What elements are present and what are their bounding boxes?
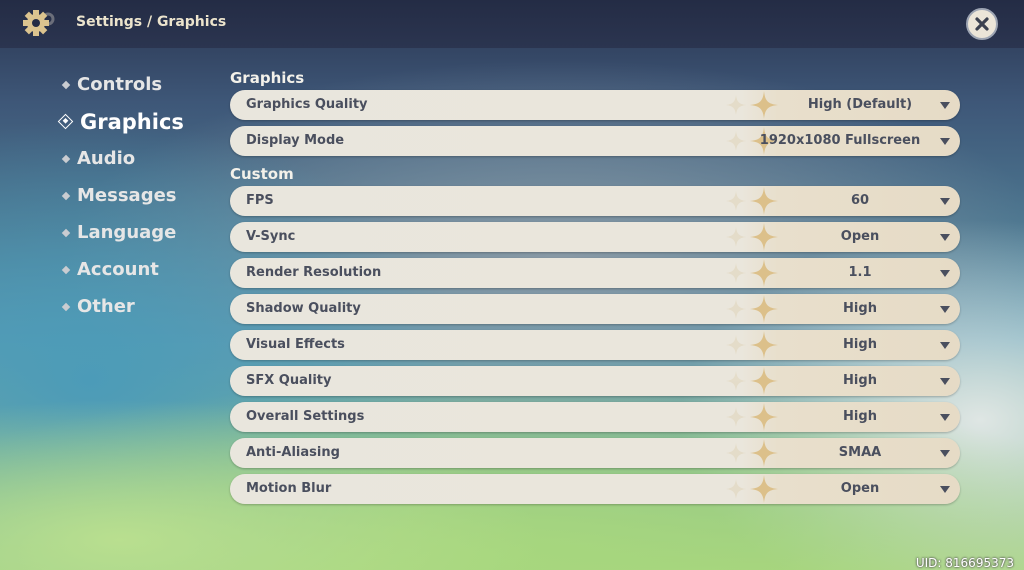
setting-value-dropdown[interactable]: 1920x1080 Fullscreen xyxy=(740,133,940,148)
dropdown-arrow-icon[interactable] xyxy=(940,306,950,313)
diamond-bullet-icon xyxy=(61,154,71,163)
diamond-bullet-icon xyxy=(61,228,71,237)
sidebar-item-label: Controls xyxy=(77,74,163,95)
setting-value-dropdown[interactable]: High xyxy=(760,337,960,352)
setting-label: Visual Effects xyxy=(246,337,345,352)
sparkle-decoration-icon xyxy=(726,371,746,391)
section-title-custom: Custom xyxy=(230,165,294,183)
dropdown-arrow-icon[interactable] xyxy=(940,102,950,109)
setting-label: Overall Settings xyxy=(246,409,365,424)
dropdown-arrow-icon[interactable] xyxy=(940,342,950,349)
setting-row-anti-aliasing[interactable]: Anti-Aliasing SMAA xyxy=(230,438,960,468)
setting-value-dropdown[interactable]: High (Default) xyxy=(760,97,960,112)
sparkle-decoration-icon xyxy=(726,95,746,115)
sidebar-item-other[interactable]: Other xyxy=(60,288,184,325)
dropdown-arrow-icon[interactable] xyxy=(940,138,950,145)
sparkle-decoration-icon xyxy=(726,191,746,211)
diamond-bullet-icon xyxy=(61,191,71,200)
sparkle-decoration-icon xyxy=(726,407,746,427)
setting-row-fps[interactable]: FPS 60 xyxy=(230,186,960,216)
uid-label: UID: 816695373 xyxy=(915,556,1014,570)
sidebar-item-messages[interactable]: Messages xyxy=(60,177,184,214)
sidebar-item-label: Messages xyxy=(77,185,177,206)
setting-value-dropdown[interactable]: 1.1 xyxy=(760,265,960,280)
graphics-settings-list: Graphics Quality High (Default) Display Mo… xyxy=(230,90,960,156)
sparkle-decoration-icon xyxy=(726,263,746,283)
setting-value-dropdown[interactable]: Open xyxy=(760,481,960,496)
sidebar-item-audio[interactable]: Audio xyxy=(60,140,184,177)
sparkle-decoration-icon xyxy=(726,335,746,355)
setting-label: Motion Blur xyxy=(246,481,332,496)
setting-label: SFX Quality xyxy=(246,373,332,388)
diamond-bullet-icon xyxy=(61,80,71,89)
setting-value-dropdown[interactable]: SMAA xyxy=(760,445,960,460)
sidebar-item-label: Other xyxy=(77,296,135,317)
dropdown-arrow-icon[interactable] xyxy=(940,234,950,241)
diamond-bullet-icon xyxy=(61,265,71,274)
setting-value-dropdown[interactable]: Open xyxy=(760,229,960,244)
sparkle-decoration-icon xyxy=(726,479,746,499)
sparkle-decoration-icon xyxy=(726,299,746,319)
diamond-bullet-icon xyxy=(61,302,71,311)
sidebar-item-language[interactable]: Language xyxy=(60,214,184,251)
section-title-graphics: Graphics xyxy=(230,69,305,87)
sidebar-item-label: Language xyxy=(77,222,177,243)
settings-sidebar: Controls Graphics Audio Messages Languag… xyxy=(57,66,184,325)
setting-label: Graphics Quality xyxy=(246,97,368,112)
dropdown-arrow-icon[interactable] xyxy=(940,378,950,385)
breadcrumb: Settings / Graphics xyxy=(76,14,227,30)
setting-label: FPS xyxy=(246,193,274,208)
setting-label: Shadow Quality xyxy=(246,301,361,316)
setting-row-render-resolution[interactable]: Render Resolution 1.1 xyxy=(230,258,960,288)
setting-row-v-sync[interactable]: V-Sync Open xyxy=(230,222,960,252)
dropdown-arrow-icon[interactable] xyxy=(940,486,950,493)
top-bar: Settings / Graphics xyxy=(0,0,1024,48)
dropdown-arrow-icon[interactable] xyxy=(940,198,950,205)
sidebar-item-controls[interactable]: Controls xyxy=(60,66,184,103)
setting-value-dropdown[interactable]: 60 xyxy=(760,193,960,208)
setting-label: Anti-Aliasing xyxy=(246,445,340,460)
setting-label: Render Resolution xyxy=(246,265,382,280)
close-button[interactable] xyxy=(966,8,998,40)
dropdown-arrow-icon[interactable] xyxy=(940,270,950,277)
setting-row-graphics-quality[interactable]: Graphics Quality High (Default) xyxy=(230,90,960,120)
sidebar-item-account[interactable]: Account xyxy=(60,251,184,288)
setting-row-overall-settings[interactable]: Overall Settings High xyxy=(230,402,960,432)
settings-panel: Graphics Graphics Quality High (Default) D… xyxy=(230,66,960,510)
sparkle-decoration-icon xyxy=(726,443,746,463)
setting-row-visual-effects[interactable]: Visual Effects High xyxy=(230,330,960,360)
gear-icon xyxy=(23,10,55,36)
sidebar-item-label: Account xyxy=(77,259,159,280)
dropdown-arrow-icon[interactable] xyxy=(940,450,950,457)
diamond-selected-icon xyxy=(57,113,74,130)
setting-value-dropdown[interactable]: High xyxy=(760,409,960,424)
setting-row-display-mode[interactable]: Display Mode 1920x1080 Fullscreen xyxy=(230,126,960,156)
setting-label: Display Mode xyxy=(246,133,345,148)
dropdown-arrow-icon[interactable] xyxy=(940,414,950,421)
setting-label: V-Sync xyxy=(246,229,296,244)
setting-row-motion-blur[interactable]: Motion Blur Open xyxy=(230,474,960,504)
setting-row-shadow-quality[interactable]: Shadow Quality High xyxy=(230,294,960,324)
setting-row-sfx-quality[interactable]: SFX Quality High xyxy=(230,366,960,396)
sidebar-item-label: Audio xyxy=(77,148,136,169)
sidebar-item-label: Graphics xyxy=(80,109,184,134)
setting-value-dropdown[interactable]: High xyxy=(760,301,960,316)
sidebar-item-graphics[interactable]: Graphics xyxy=(57,103,184,140)
setting-value-dropdown[interactable]: High xyxy=(760,373,960,388)
sparkle-decoration-icon xyxy=(726,227,746,247)
close-icon xyxy=(975,17,989,31)
custom-settings-list: FPS 60 V-Sync Open Render Resolution 1.1 Shado… xyxy=(230,186,960,504)
